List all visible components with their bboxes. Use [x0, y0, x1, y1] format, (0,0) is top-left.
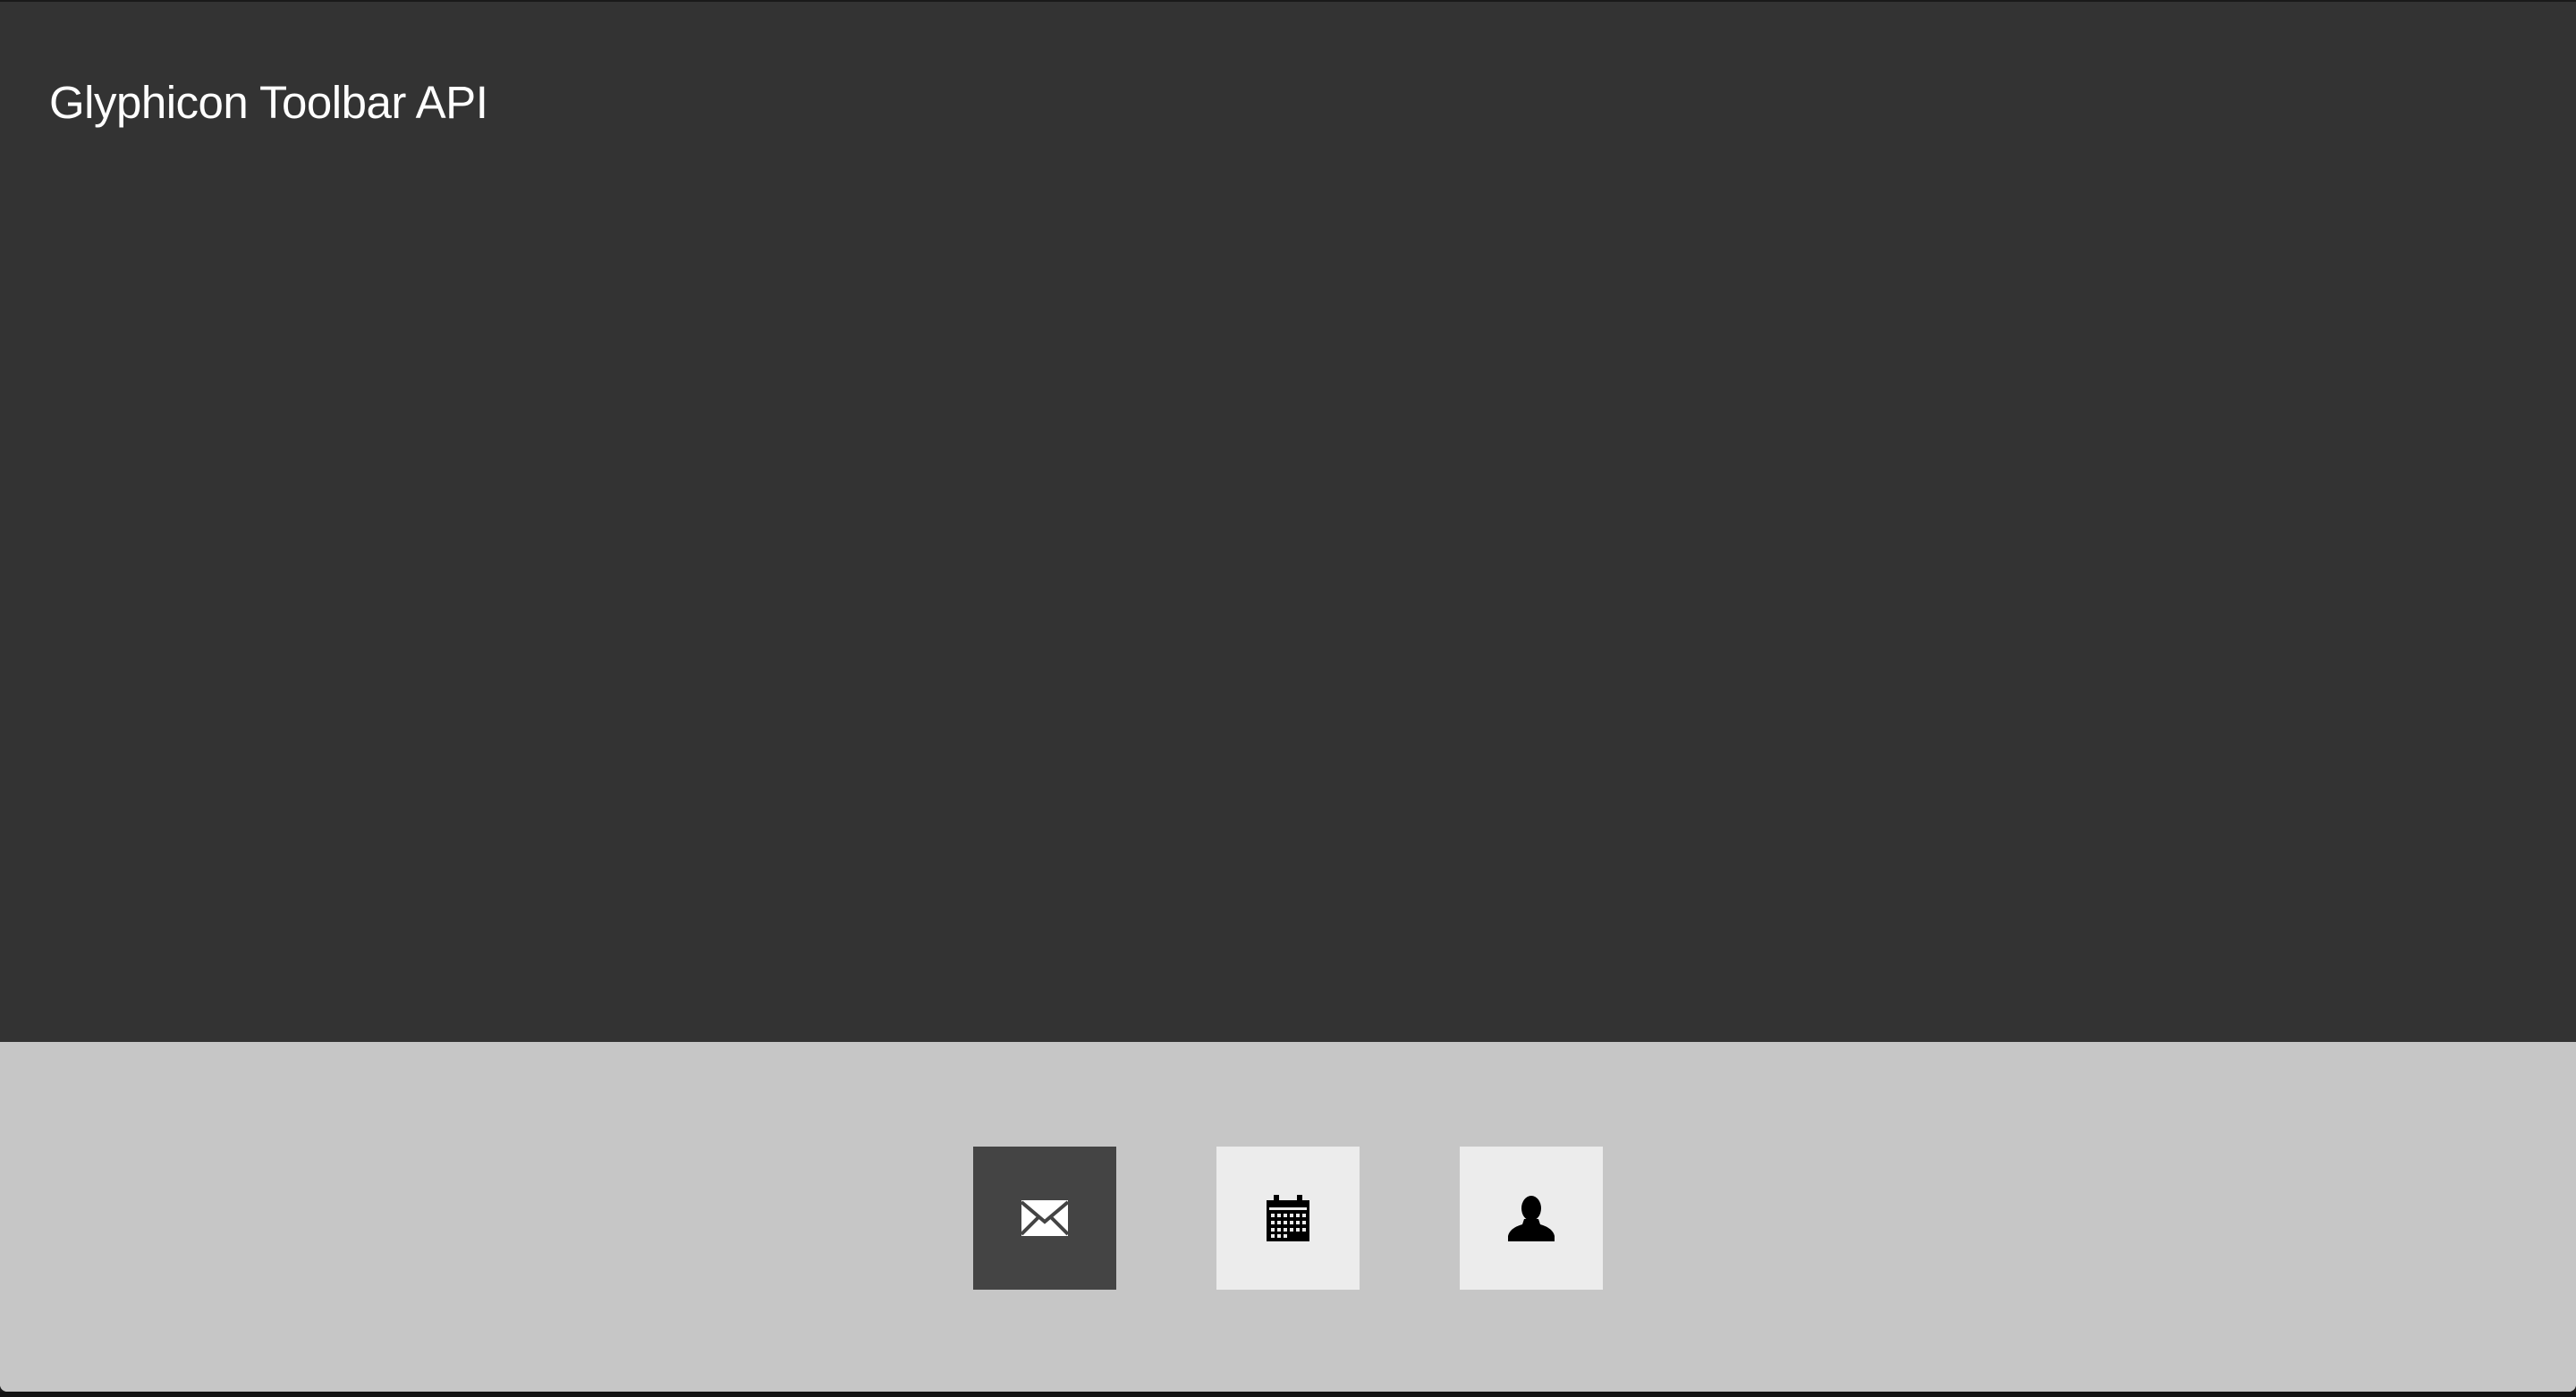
- envelope-icon: [1021, 1200, 1068, 1236]
- desktop-background-strip: [0, 1392, 2576, 1397]
- calendar-button[interactable]: [1216, 1147, 1360, 1290]
- app-window: Glyphicon Toolbar API: [0, 0, 2576, 1392]
- mail-button[interactable]: [973, 1147, 1116, 1290]
- page-title: Glyphicon Toolbar API: [49, 77, 488, 128]
- content-area: Glyphicon Toolbar API: [0, 2, 2576, 1042]
- user-icon: [1508, 1196, 1555, 1241]
- user-button[interactable]: [1460, 1147, 1603, 1290]
- calendar-icon: [1267, 1195, 1309, 1241]
- glyphicon-toolbar: [0, 1042, 2576, 1392]
